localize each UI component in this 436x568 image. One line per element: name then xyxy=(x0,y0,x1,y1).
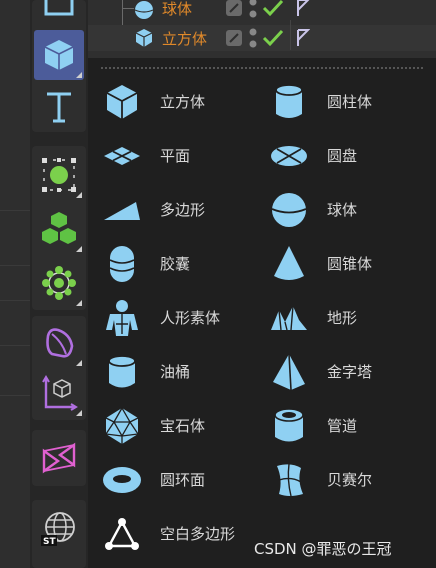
toolbar-group-generators xyxy=(32,146,86,310)
phong-tag-icon[interactable] xyxy=(296,0,310,18)
menu-item-label: 圆环面 xyxy=(160,471,206,489)
menu-item-label: 平面 xyxy=(160,147,191,165)
phong-tag-icon[interactable] xyxy=(296,28,310,48)
layer-icon[interactable] xyxy=(225,29,243,47)
menu-item-label: 立方体 xyxy=(160,93,206,111)
menu-item-disc[interactable]: 圆盘 xyxy=(259,132,429,178)
menu-item-label: 圆锥体 xyxy=(327,255,373,273)
viewport-edge xyxy=(0,0,30,568)
cube-icon xyxy=(135,29,153,47)
axis-cube-tool-button[interactable] xyxy=(34,368,84,418)
menu-item-bezier[interactable]: 贝赛尔 xyxy=(259,456,429,502)
cube-tool-button[interactable] xyxy=(34,30,84,80)
visibility-dots-icon[interactable] xyxy=(248,0,258,20)
menu-item-label: 多边形 xyxy=(160,201,206,219)
menu-item-empty-polygon[interactable]: 空白多边形 xyxy=(92,510,262,556)
cloner-icon xyxy=(42,212,76,244)
object-row-sphere[interactable]: 球体 xyxy=(88,0,436,21)
menu-item-label: 圆盘 xyxy=(327,147,358,165)
tube-icon xyxy=(274,408,304,442)
toolbar-group-deformers xyxy=(32,316,86,420)
menu-item-pyramid[interactable]: 金字塔 xyxy=(259,348,429,394)
visibility-dots-icon[interactable] xyxy=(248,26,258,50)
oil-tank-icon xyxy=(108,355,136,388)
figure-icon xyxy=(106,300,138,336)
menu-item-label: 贝赛尔 xyxy=(327,471,373,489)
object-manager: 球体 立方体 xyxy=(88,0,436,58)
menu-item-torus[interactable]: 圆环面 xyxy=(92,456,262,502)
object-name[interactable]: 立方体 xyxy=(162,28,207,49)
menu-item-label: 空白多边形 xyxy=(160,525,236,543)
bezier-icon xyxy=(277,463,303,497)
points-icon xyxy=(42,158,76,192)
left-toolbar: ST xyxy=(30,0,88,568)
cloner-tool-button[interactable] xyxy=(34,204,84,254)
watermark: CSDN @罪恶の王冠 xyxy=(254,540,392,558)
menu-item-tube[interactable]: 管道 xyxy=(259,402,429,448)
toolbar-group-scene: ST xyxy=(32,500,86,568)
toolbar-group-fields xyxy=(32,430,86,486)
menu-item-cube[interactable]: 立方体 xyxy=(92,78,262,124)
points-tool-button[interactable] xyxy=(34,150,84,200)
menu-item-label: 油桶 xyxy=(160,363,191,381)
cube-icon xyxy=(44,40,74,70)
menu-item-polygon[interactable]: 多边形 xyxy=(92,186,262,232)
menu-item-label: 人形素体 xyxy=(160,309,221,327)
menu-item-cylinder[interactable]: 圆柱体 xyxy=(259,78,429,124)
empty-polygon-icon xyxy=(105,518,139,550)
frame-icon xyxy=(42,442,76,474)
menu-item-landscape[interactable]: 地形 xyxy=(259,294,429,340)
menu-item-label: 胶囊 xyxy=(160,255,191,273)
menu-item-capsule[interactable]: 胶囊 xyxy=(92,240,262,286)
menu-drag-handle[interactable] xyxy=(100,66,425,70)
sphere-icon xyxy=(134,1,154,19)
cone-icon xyxy=(274,246,304,280)
globe-st-tool-button[interactable]: ST xyxy=(34,504,84,554)
globe-st-icon: ST xyxy=(41,512,75,547)
capsule-icon xyxy=(109,246,135,282)
frame-tool-button[interactable] xyxy=(34,433,84,483)
svg-text:ST: ST xyxy=(43,537,56,547)
text-icon xyxy=(47,92,71,123)
menu-item-label: 圆柱体 xyxy=(327,93,373,111)
toolbar-group-objects xyxy=(32,0,86,132)
gear-points-icon xyxy=(42,266,76,300)
deformer-tool-button[interactable] xyxy=(34,318,84,368)
sphere-icon xyxy=(271,193,307,227)
object-name[interactable]: 球体 xyxy=(162,0,192,19)
torus-icon xyxy=(103,467,141,493)
layer-icon[interactable] xyxy=(225,0,243,17)
menu-item-figure[interactable]: 人形素体 xyxy=(92,294,262,340)
platonic-icon xyxy=(105,406,139,444)
menu-item-sphere[interactable]: 球体 xyxy=(259,186,429,232)
plane-icon xyxy=(104,147,140,165)
gear-points-tool-button[interactable] xyxy=(34,258,84,308)
text-tool-button[interactable] xyxy=(34,82,84,132)
cylinder-icon xyxy=(275,84,303,118)
menu-item-label: 金字塔 xyxy=(327,363,373,381)
menu-item-cone[interactable]: 圆锥体 xyxy=(259,240,429,286)
landscape-icon xyxy=(271,305,307,331)
deformer-icon xyxy=(46,328,74,358)
primitive-objects-menu: 立方体 圆柱体 平面 圆盘 多边形 球体 胶囊 圆锥体 人形素体 地形 油桶 金… xyxy=(88,58,436,568)
enable-check-icon[interactable] xyxy=(262,0,284,18)
menu-item-label: 宝石体 xyxy=(160,417,206,435)
object-row-cube[interactable]: 立方体 xyxy=(88,25,436,51)
menu-item-label: 球体 xyxy=(327,201,358,219)
menu-item-label: 管道 xyxy=(327,417,358,435)
axis-cube-icon xyxy=(42,375,78,411)
pyramid-icon xyxy=(273,353,305,391)
square-icon xyxy=(44,0,74,16)
menu-item-platonic[interactable]: 宝石体 xyxy=(92,402,262,448)
square-tool-button[interactable] xyxy=(34,0,84,28)
menu-item-oil-tank[interactable]: 油桶 xyxy=(92,348,262,394)
enable-check-icon[interactable] xyxy=(262,28,284,48)
menu-item-plane[interactable]: 平面 xyxy=(92,132,262,178)
cube-icon xyxy=(106,85,138,119)
disc-icon xyxy=(271,146,307,166)
polygon-icon xyxy=(104,202,140,220)
menu-item-label: 地形 xyxy=(327,309,358,327)
